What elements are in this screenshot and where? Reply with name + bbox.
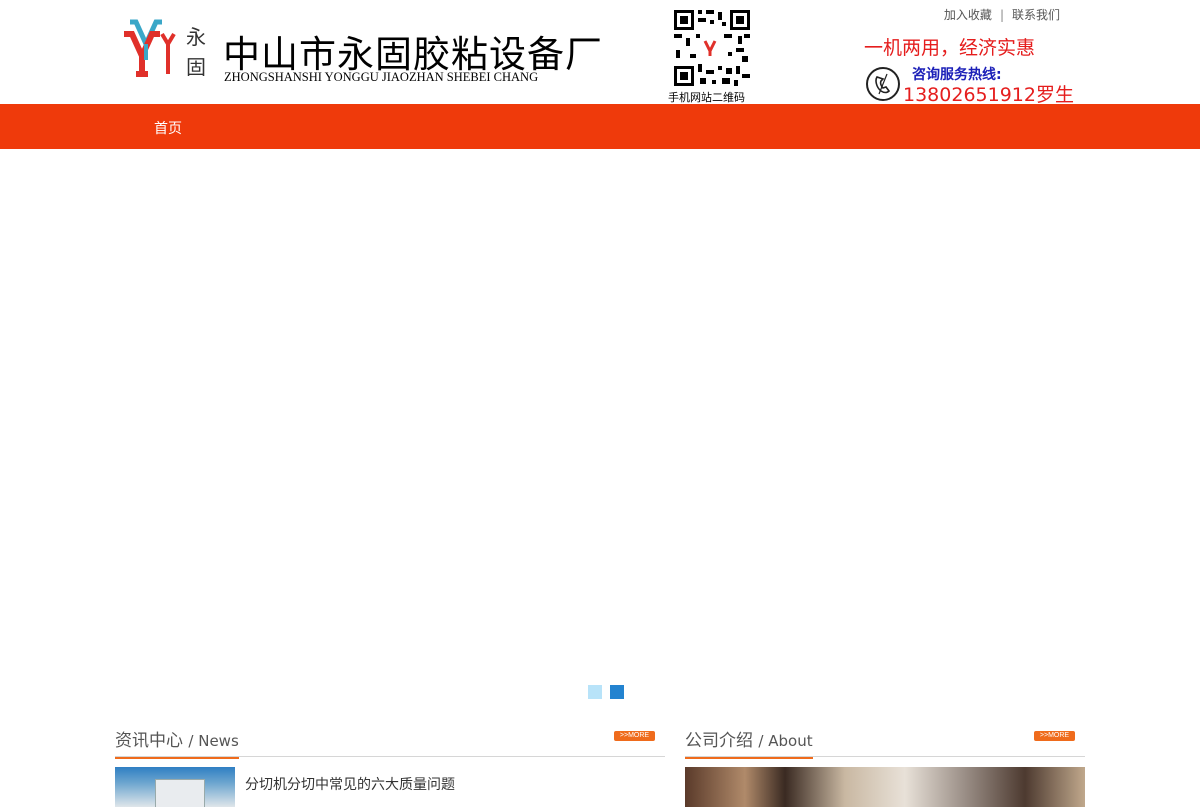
carousel-dot-1[interactable]: [588, 685, 602, 699]
banner-carousel: [0, 149, 1200, 704]
hotline-number: 13802651912罗生: [903, 84, 1074, 106]
news-title-en: / News: [188, 732, 239, 750]
news-item[interactable]: 分切机分切中常见的六大质量问题: [245, 774, 455, 794]
top-links: 加入收藏 | 联系我们: [944, 6, 1060, 23]
contact-link[interactable]: 联系我们: [1012, 8, 1060, 22]
about-image: [685, 767, 1085, 807]
nav-item-home[interactable]: 首页: [154, 118, 182, 138]
carousel-dot-2[interactable]: [610, 685, 624, 699]
site-header: 永 固 中山市永固胶粘设备厂 ZHONGSHANSHI YONGGU JIAOZ…: [0, 0, 1200, 106]
about-more-button[interactable]: >>MORE: [1034, 731, 1075, 741]
news-panel-header: 资讯中心 / News >>MORE: [115, 724, 665, 759]
phone-icon: [866, 67, 900, 101]
company-name-en: ZHONGSHANSHI YONGGU JIAOZHAN SHEBEI CHAN…: [224, 70, 539, 84]
logo-char-1: 永: [186, 25, 206, 49]
company-logo: 永 固: [124, 19, 206, 79]
about-panel: 公司介绍 / About >>MORE: [685, 724, 1085, 807]
bookmark-link[interactable]: 加入收藏: [944, 8, 992, 22]
news-title-cn: 资讯中心: [115, 731, 183, 751]
about-title-cn: 公司介绍: [685, 731, 753, 751]
main-nav: 首页: [0, 104, 1200, 149]
logo-char-2: 固: [186, 55, 206, 79]
slogan: 一机两用，经济实惠: [864, 37, 1036, 59]
about-title-en: / About: [758, 732, 813, 750]
about-panel-title: 公司介绍 / About: [685, 726, 813, 759]
news-more-button[interactable]: >>MORE: [614, 731, 655, 741]
about-panel-header: 公司介绍 / About >>MORE: [685, 724, 1085, 759]
news-panel-title: 资讯中心 / News: [115, 726, 239, 759]
qr-code-icon: [672, 8, 752, 88]
news-panel: 资讯中心 / News >>MORE 分切机分切中常见的六大质量问题: [115, 724, 665, 807]
news-thumbnail[interactable]: [115, 767, 235, 807]
top-links-separator: |: [999, 8, 1004, 22]
qr-caption: 手机网站二维码: [668, 91, 745, 104]
